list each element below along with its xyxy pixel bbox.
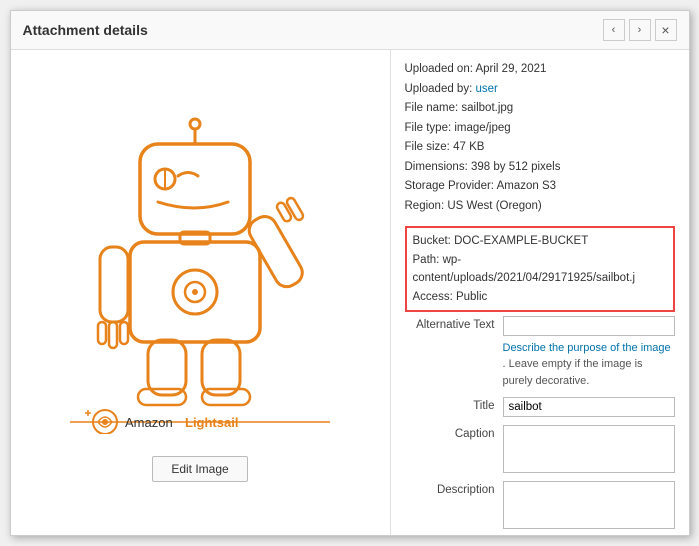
storage-provider-value: Amazon S3 (497, 180, 556, 192)
dialog-body: Amazon Lightsail Edit Image Uploaded on:… (11, 50, 689, 535)
right-panel: Uploaded on: April 29, 2021 Uploaded by:… (391, 50, 689, 535)
edit-image-button[interactable]: Edit Image (152, 456, 247, 482)
uploaded-by-link[interactable]: user (475, 83, 497, 95)
title-label: Title (405, 397, 495, 412)
caption-textarea[interactable] (503, 425, 675, 473)
path-value: wp-content/uploads/2021/04/29171925/sail… (413, 254, 636, 284)
title-row: Title (405, 397, 675, 417)
alt-text-link[interactable]: Describe the purpose of the image (503, 342, 671, 354)
preview-image: Amazon Lightsail (50, 114, 350, 434)
bucket-label: Bucket: (413, 235, 451, 247)
uploaded-by-label: Uploaded by: (405, 83, 473, 95)
file-type-label: File type: (405, 122, 452, 134)
svg-text:Amazon: Amazon (125, 415, 173, 430)
left-panel: Amazon Lightsail Edit Image (11, 50, 391, 535)
access-value: Public (456, 291, 487, 303)
caption-label: Caption (405, 425, 495, 440)
path-label: Path: (413, 254, 440, 266)
file-name-label: File name: (405, 102, 459, 114)
next-button[interactable]: › (629, 19, 651, 41)
header-nav: ‹ › × (603, 19, 677, 41)
prev-button[interactable]: ‹ (603, 19, 625, 41)
highlighted-metadata-box: Bucket: DOC-EXAMPLE-BUCKET Path: wp-cont… (405, 226, 675, 312)
description-textarea[interactable] (503, 481, 675, 529)
description-label: Description (405, 481, 495, 496)
access-label: Access: (413, 291, 453, 303)
file-size-value: 47 KB (453, 141, 484, 153)
attachment-details-dialog: Attachment details ‹ › × (10, 10, 690, 536)
dialog-title: Attachment details (23, 22, 148, 38)
storage-provider-label: Storage Provider: (405, 180, 495, 192)
alt-text-description: Describe the purpose of the image . Leav… (503, 340, 675, 390)
region-label: Region: (405, 200, 445, 212)
bucket-value: DOC-EXAMPLE-BUCKET (454, 235, 588, 247)
svg-text:Lightsail: Lightsail (185, 415, 238, 430)
description-row: Description (405, 481, 675, 529)
alt-text-label: Alternative Text (405, 316, 495, 331)
close-button[interactable]: × (655, 19, 677, 41)
file-name-value: sailbot.jpg (461, 102, 513, 114)
uploaded-on-label: Uploaded on: (405, 63, 473, 75)
uploaded-on-value: April 29, 2021 (475, 63, 546, 75)
file-size-label: File size: (405, 141, 450, 153)
file-type-value: image/jpeg (454, 122, 510, 134)
title-input[interactable] (503, 397, 675, 417)
dimensions-value: 398 by 512 pixels (471, 161, 561, 173)
alt-text-input[interactable] (503, 316, 675, 336)
region-value: US West (Oregon) (447, 200, 541, 212)
dimensions-label: Dimensions: (405, 161, 468, 173)
alt-text-row: Alternative Text Describe the purpose of… (405, 316, 675, 390)
dialog-header: Attachment details ‹ › × (11, 11, 689, 50)
metadata-section: Uploaded on: April 29, 2021 Uploaded by:… (405, 60, 675, 216)
caption-row: Caption (405, 425, 675, 473)
image-preview: Amazon Lightsail (40, 104, 360, 444)
